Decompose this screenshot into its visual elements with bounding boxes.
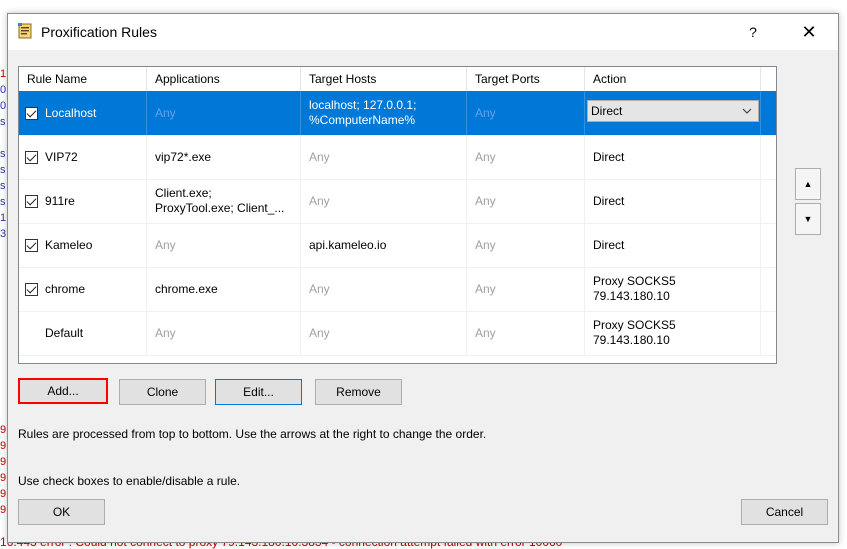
cell-target-hosts: api.kameleo.io (301, 223, 467, 267)
action-dropdown[interactable]: Direct (587, 100, 759, 122)
cell-target-hosts: localhost; 127.0.0.1; %ComputerName% (301, 91, 467, 135)
arrow-down-icon: ▼ (803, 214, 813, 224)
rule-enabled-checkbox[interactable] (25, 150, 38, 164)
move-up-button[interactable]: ▲ (795, 168, 821, 200)
rule-name-text: Localhost (45, 105, 97, 120)
remove-button[interactable]: Remove (315, 379, 402, 405)
cell-action: Direct (585, 179, 761, 223)
cell-applications: chrome.exe (147, 267, 301, 311)
close-button[interactable]: ✕ (786, 14, 832, 50)
cancel-button[interactable]: Cancel (741, 499, 828, 525)
table-row[interactable]: Localhost Any localhost; 127.0.0.1; %Compu… (19, 91, 776, 136)
info-checkboxes: Use check boxes to enable/disable a rule… (18, 474, 241, 488)
cell-target-hosts: Any (301, 311, 467, 355)
table-row[interactable]: VIP72 vip72*.exe Any Any Direct (19, 135, 776, 180)
add-button[interactable]: Add... (18, 378, 108, 404)
clone-button[interactable]: Clone (119, 379, 206, 405)
cell-applications: Any (147, 311, 301, 355)
move-down-button[interactable]: ▼ (795, 203, 821, 235)
rule-name-text: chrome (45, 281, 86, 296)
rule-name-text: Default (45, 325, 84, 340)
arrow-up-icon: ▲ (803, 179, 813, 189)
column-header-rule-name[interactable]: Rule Name (19, 67, 147, 91)
cell-applications: Any (147, 91, 301, 135)
column-header-applications[interactable]: Applications (147, 67, 301, 91)
rule-enabled-checkbox[interactable] (25, 106, 38, 120)
rule-name-text: Kameleo (45, 237, 93, 252)
cell-rule-name: VIP72 (19, 135, 147, 179)
cell-action: Proxy SOCKS5 79.143.180.10 (585, 267, 761, 311)
action-dropdown-value: Direct (591, 104, 623, 118)
cell-target-hosts: Any (301, 179, 467, 223)
table-header: Rule Name Applications Target Hosts Targ… (19, 67, 776, 92)
edit-button[interactable]: Edit... (215, 379, 302, 405)
cell-target-hosts: Any (301, 267, 467, 311)
cell-action: Proxy SOCKS5 79.143.180.10 (585, 311, 761, 355)
cell-applications: Any (147, 223, 301, 267)
cell-rule-name: chrome (19, 267, 147, 311)
column-header-target-ports[interactable]: Target Ports (467, 67, 585, 91)
cell-target-hosts: Any (301, 135, 467, 179)
rule-enabled-checkbox[interactable] (25, 282, 38, 296)
cell-action: Direct (585, 91, 761, 135)
cell-action: Direct (585, 223, 761, 267)
column-header-target-hosts[interactable]: Target Hosts (301, 67, 467, 91)
cell-target-ports: Any (467, 135, 585, 179)
rule-enabled-checkbox[interactable] (25, 194, 38, 208)
chevron-down-icon (742, 101, 752, 129)
cell-target-ports: Any (467, 267, 585, 311)
column-header-action[interactable]: Action (585, 67, 761, 91)
rule-enabled-checkbox[interactable] (25, 238, 38, 252)
cell-rule-name: 911re (19, 179, 147, 223)
dialog-title: Proxification Rules (41, 24, 157, 40)
cell-rule-name: Localhost (19, 91, 147, 135)
table-row[interactable]: chrome chrome.exe Any Any Proxy SOCKS5 79.14… (19, 267, 776, 312)
cell-applications: vip72*.exe (147, 135, 301, 179)
cell-target-ports: Any (467, 223, 585, 267)
table-row[interactable]: 911re Client.exe; ProxyTool.exe; Client_.… (19, 179, 776, 224)
rule-name-text: VIP72 (45, 149, 78, 164)
help-button[interactable]: ? (730, 14, 776, 50)
proxification-rules-dialog: Proxification Rules ? ✕ Rule Name Applic… (7, 13, 839, 543)
rules-table[interactable]: Rule Name Applications Target Hosts Targ… (18, 66, 777, 364)
cell-action: Direct (585, 135, 761, 179)
close-icon: ✕ (801, 22, 817, 42)
cell-target-ports: Any (467, 91, 585, 135)
title-bar: Proxification Rules ? ✕ (8, 14, 838, 50)
cell-rule-name: Default (19, 311, 147, 355)
info-rules-order: Rules are processed from top to bottom. … (18, 427, 487, 441)
cell-target-ports: Any (467, 179, 585, 223)
cell-target-ports: Any (467, 311, 585, 355)
cell-rule-name: Kameleo (19, 223, 147, 267)
table-row[interactable]: Default Any Any Any Proxy SOCKS5 79.143.180.… (19, 311, 776, 356)
cell-applications: Client.exe; ProxyTool.exe; Client_... (147, 179, 301, 223)
rules-app-icon (18, 23, 32, 39)
rule-name-text: 911re (45, 193, 75, 208)
table-row[interactable]: Kameleo Any api.kameleo.io Any Direct (19, 223, 776, 268)
ok-button[interactable]: OK (18, 499, 105, 525)
